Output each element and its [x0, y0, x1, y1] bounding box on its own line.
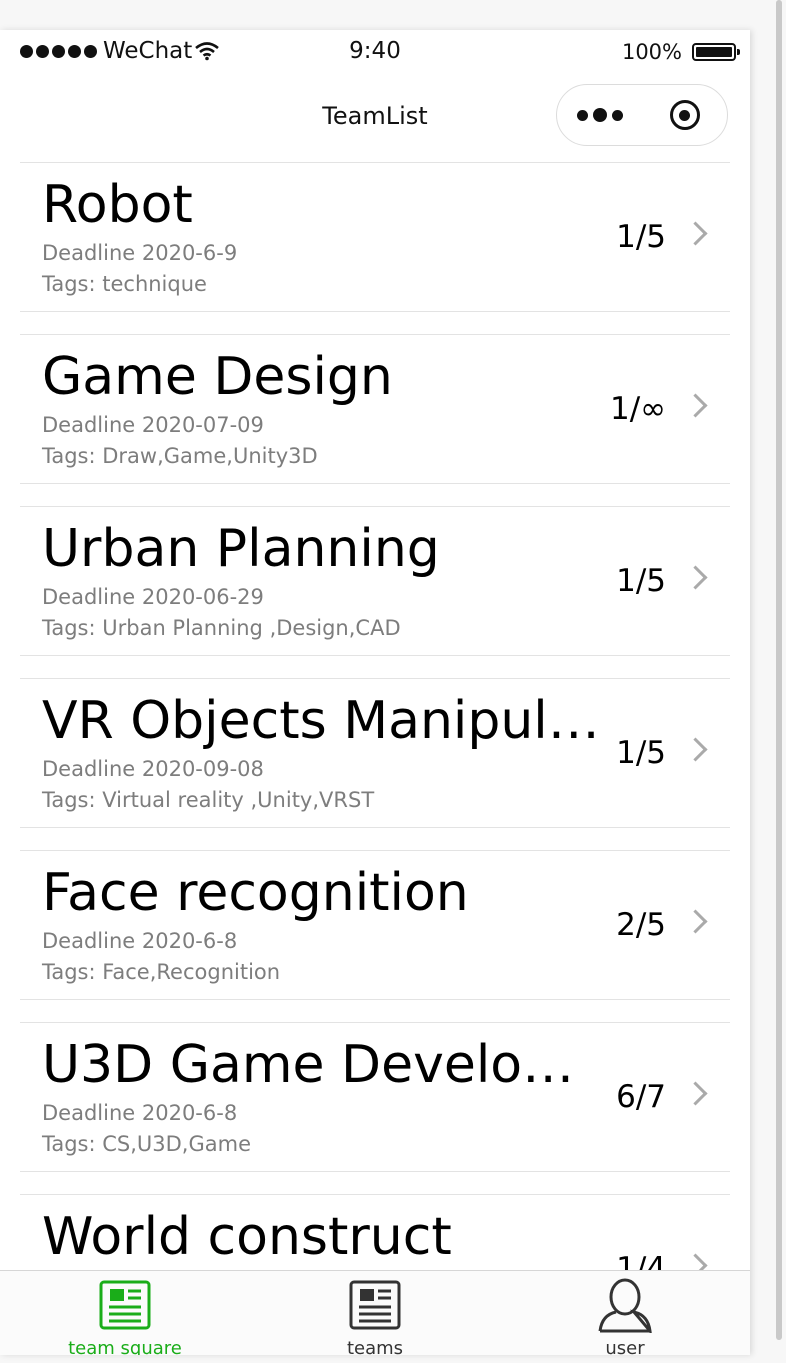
team-tags: Tags: Face,Recognition [42, 960, 281, 984]
battery-percent: 100% [621, 40, 682, 64]
team-title: Face recognition [42, 863, 469, 923]
chevron-right-icon [683, 393, 708, 418]
newspaper-icon [349, 1280, 401, 1330]
member-count: 1/5 [616, 219, 666, 255]
team-tags: Tags: Urban Planning ,Design,CAD [42, 616, 401, 640]
newspaper-icon [99, 1280, 151, 1330]
team-title: Game Design [42, 347, 393, 407]
chevron-right-icon [683, 1081, 708, 1106]
tab-label: team square [68, 1338, 182, 1355]
more-dot-icon [611, 109, 623, 121]
team-tags: Tags: CS,U3D,Game [42, 1132, 252, 1156]
tab-teams[interactable]: teams [250, 1271, 500, 1355]
team-tags: Tags: Draw,Game,Unity3D [42, 444, 318, 468]
tab-user[interactable]: user [500, 1271, 750, 1355]
team-deadline: Deadline 2020-09-08 [42, 757, 264, 781]
more-dot-icon [576, 109, 588, 121]
battery-info: 100% [621, 40, 740, 64]
team-deadline: Deadline 2020-07-09 [42, 413, 264, 437]
chevron-right-icon [683, 737, 708, 762]
battery-icon [692, 43, 740, 61]
team-title: Robot [42, 175, 193, 235]
team-deadline: Deadline 2020-6-9 [42, 241, 238, 265]
team-deadline: Deadline 2020-06-29 [42, 585, 264, 609]
member-count: 2/5 [616, 907, 666, 943]
tab-label: user [605, 1338, 645, 1355]
team-deadline: Deadline 2020-6-8 [42, 929, 238, 953]
chevron-right-icon [683, 565, 708, 590]
miniprogram-capsule [556, 84, 728, 146]
chevron-right-icon [683, 909, 708, 934]
team-title: World construct [42, 1207, 452, 1267]
team-list-item[interactable]: VR Objects Manipulation Deadline 2020-09… [20, 678, 730, 828]
target-close-icon [669, 100, 700, 130]
tab-label: teams [346, 1338, 404, 1355]
team-list-item[interactable]: U3D Game Development Deadline 2020-6-8 T… [20, 1022, 730, 1172]
tab-bar: team square teams user [0, 1270, 750, 1355]
team-deadline: Deadline 2020-6-8 [42, 1101, 238, 1125]
team-title: Urban Planning [42, 519, 440, 579]
status-bar: WeChat 9:40 100% [0, 30, 750, 76]
member-count: 6/7 [616, 1079, 666, 1115]
window-scrollbar[interactable] [776, 0, 782, 1340]
member-count: 1/5 [616, 563, 666, 599]
member-count: 1/5 [616, 735, 666, 771]
team-tags: Tags: Virtual reality ,Unity,VRST [42, 788, 375, 812]
team-title: VR Objects Manipulation [42, 691, 602, 751]
team-list-item[interactable]: Face recognition Deadline 2020-6-8 Tags:… [20, 850, 730, 1000]
scrollbar-thumb[interactable] [776, 0, 782, 1340]
member-count: 1/4 [616, 1251, 666, 1270]
team-list-item[interactable]: Game Design Deadline 2020-07-09 Tags: Dr… [20, 334, 730, 484]
team-list[interactable]: Robot Deadline 2020-6-9 Tags: technique … [0, 162, 750, 1270]
team-list-item[interactable]: Urban Planning Deadline 2020-06-29 Tags:… [20, 506, 730, 656]
team-list-item[interactable]: World construct 1/4 [20, 1194, 730, 1270]
team-title: U3D Game Development [42, 1035, 602, 1095]
tab-team-square[interactable]: team square [0, 1271, 250, 1355]
team-tags: Tags: technique [42, 272, 207, 296]
team-list-item[interactable]: Robot Deadline 2020-6-9 Tags: technique … [20, 162, 730, 312]
user-icon [598, 1278, 652, 1333]
chevron-right-icon [683, 1253, 708, 1270]
more-options-button[interactable] [557, 85, 642, 145]
navigation-bar: TeamList [0, 76, 750, 162]
close-miniprogram-button[interactable] [642, 85, 727, 145]
phone-screen: WeChat 9:40 100% TeamList Robot Deadline… [0, 30, 750, 1355]
chevron-right-icon [683, 221, 708, 246]
more-dot-icon [592, 108, 607, 122]
member-count: 1/∞ [610, 391, 666, 427]
